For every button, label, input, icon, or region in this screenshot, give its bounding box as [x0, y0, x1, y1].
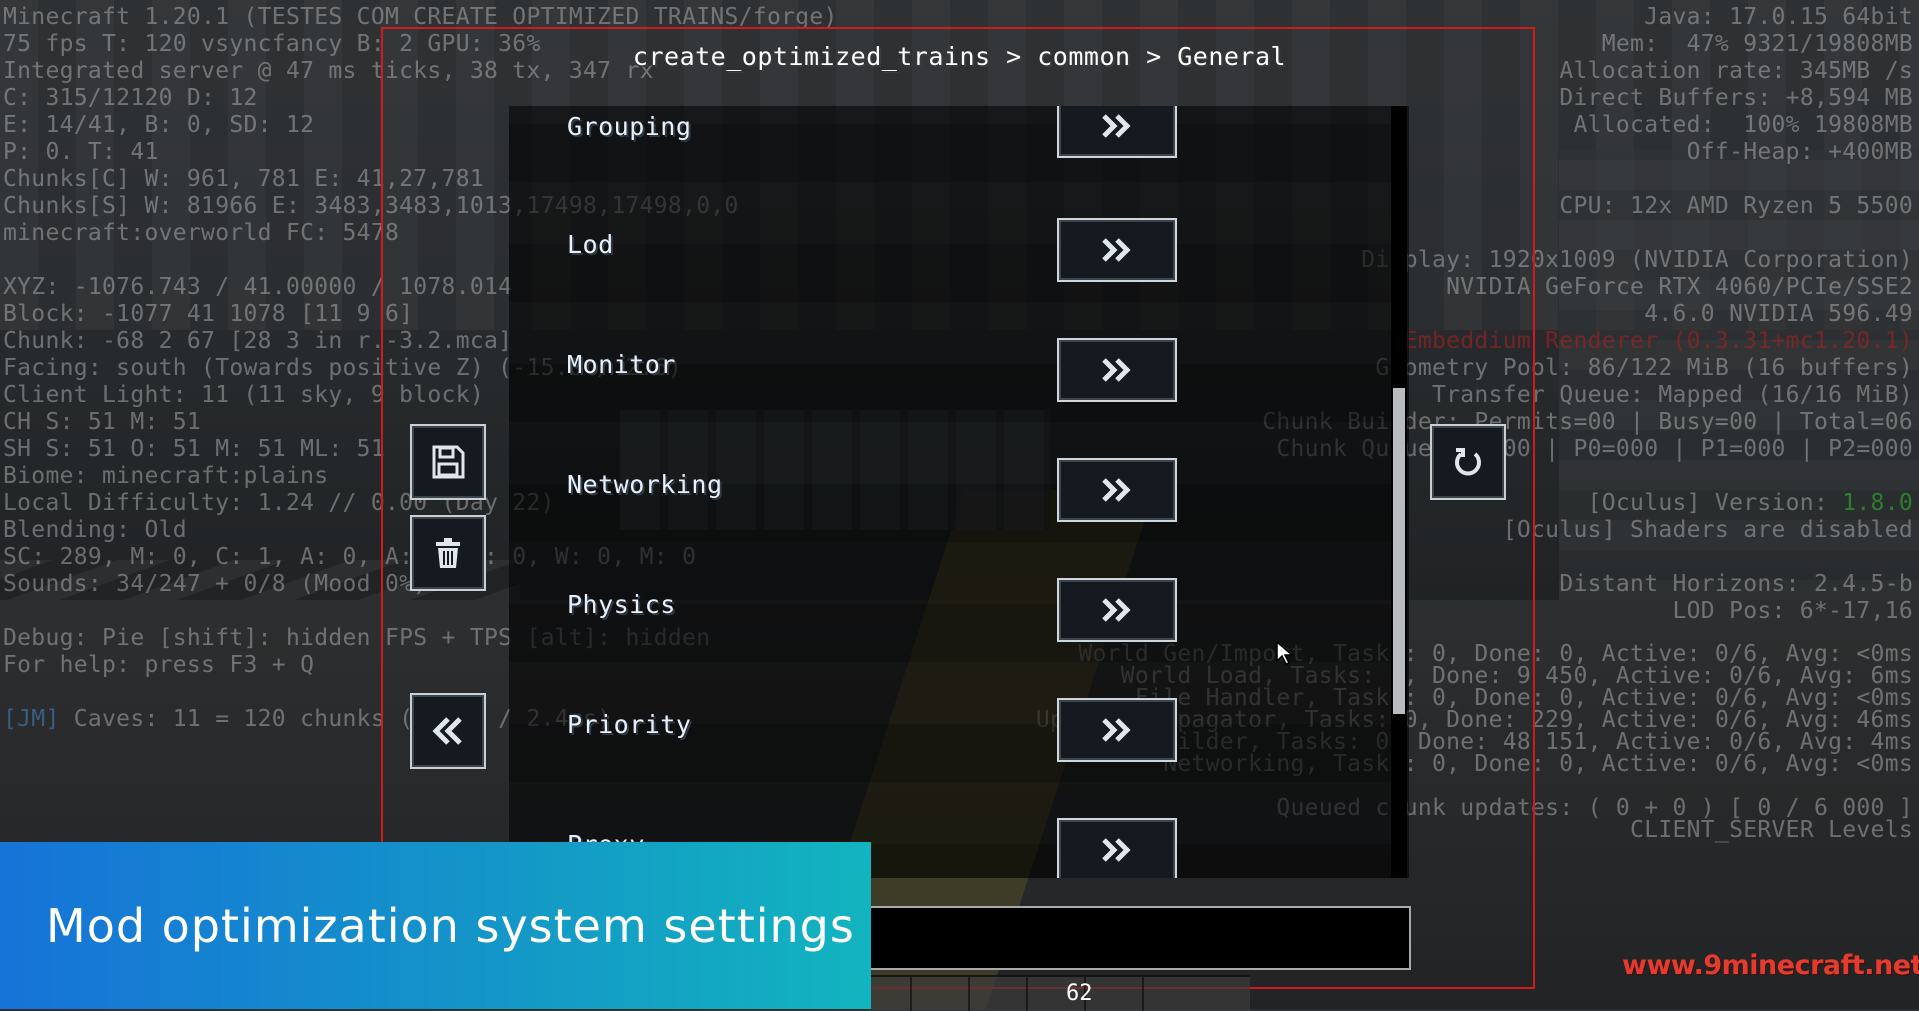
open-monitor-button[interactable] [1057, 338, 1177, 402]
caption-text: Mod optimization system settings [46, 898, 855, 953]
config-category-row: Priority [509, 696, 1391, 816]
back-button[interactable] [410, 693, 486, 769]
config-category-row: Grouping [509, 106, 1391, 216]
row-band [509, 244, 1391, 302]
trash-icon [436, 538, 460, 568]
config-category-label: Physics [567, 590, 676, 619]
double-chevron-right-icon [1102, 114, 1131, 138]
scrollbar-thumb[interactable] [1393, 388, 1405, 714]
config-category-label: Lod [567, 230, 614, 259]
config-category-row: Lod [509, 216, 1391, 336]
hotbar-item-count: 62 [1066, 981, 1093, 1006]
config-category-row: Physics [509, 576, 1391, 696]
config-category-row: Networking [509, 456, 1391, 576]
double-chevron-right-icon [1102, 238, 1131, 262]
double-chevron-right-icon [1102, 358, 1131, 382]
delete-button[interactable] [410, 515, 486, 591]
open-lod-button[interactable] [1057, 218, 1177, 282]
hotbar-slot [870, 977, 912, 1011]
hotbar-slot [928, 977, 970, 1011]
config-category-list: Grouping Lod Monitor Networking Physics Prior… [509, 106, 1409, 878]
save-button[interactable] [410, 424, 486, 500]
config-category-label: Grouping [567, 112, 692, 141]
open-priority-button[interactable] [1057, 698, 1177, 762]
open-networking-button[interactable] [1057, 458, 1177, 522]
reset-icon [1455, 448, 1481, 476]
double-chevron-right-icon [1102, 598, 1131, 622]
hotbar-slot [1102, 977, 1144, 1011]
open-proxy-button[interactable] [1057, 818, 1177, 878]
config-category-label: Networking [567, 470, 723, 499]
double-chevron-right-icon [1102, 838, 1131, 862]
reset-button[interactable] [1430, 424, 1506, 500]
open-physics-button[interactable] [1057, 578, 1177, 642]
video-caption-banner: Mod optimization system settings [0, 842, 871, 1009]
open-grouping-button[interactable] [1057, 106, 1177, 158]
hotbar-slot [986, 977, 1028, 1011]
config-breadcrumb: create_optimized_trains > common > Gener… [632, 42, 1287, 71]
config-category-label: Priority [567, 710, 692, 739]
hotbar: 62 [870, 975, 1250, 1011]
save-icon [432, 445, 465, 479]
double-chevron-left-icon [432, 717, 462, 745]
double-chevron-right-icon [1102, 478, 1131, 502]
config-category-label: Monitor [567, 350, 676, 379]
config-category-row: Monitor [509, 336, 1391, 456]
site-watermark: www.9minecraft.net [1622, 950, 1919, 981]
mouse-cursor-icon [1276, 641, 1295, 665]
double-chevron-right-icon [1102, 718, 1131, 742]
